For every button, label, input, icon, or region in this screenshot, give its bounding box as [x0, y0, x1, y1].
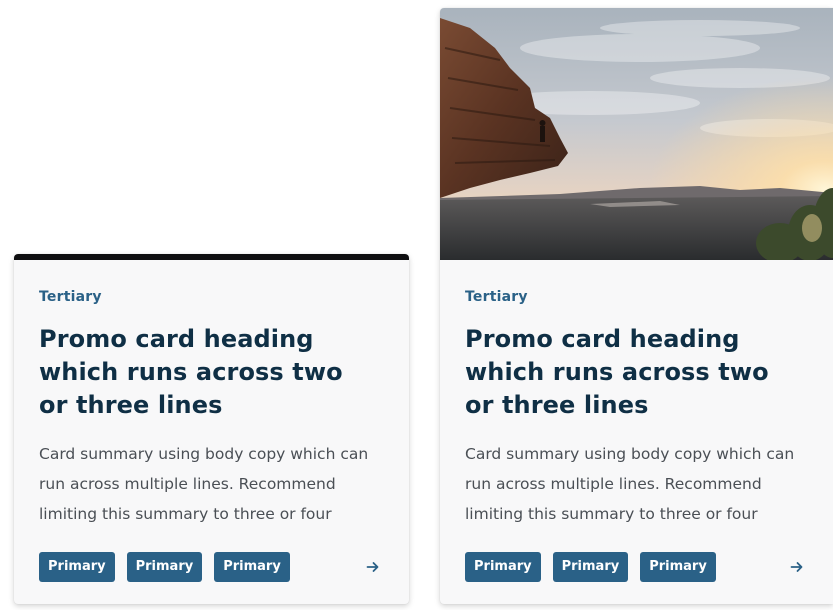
card-tertiary-label: Tertiary [465, 289, 528, 305]
card-body: Tertiary Promo card heading which runs a… [14, 260, 409, 529]
arrow-right-icon[interactable] [790, 560, 804, 574]
card-footer: Primary Primary Primary [39, 552, 384, 582]
card-summary: Card summary using body copy which can r… [39, 445, 369, 523]
primary-tag[interactable]: Primary [126, 552, 203, 582]
primary-tag[interactable]: Primary [465, 552, 541, 582]
card-heading[interactable]: Promo card heading which runs across two… [39, 323, 379, 422]
primary-tag[interactable]: Primary [39, 552, 115, 582]
primary-tag[interactable]: Primary [640, 552, 716, 582]
card-summary: Card summary using body copy which can r… [465, 445, 795, 523]
primary-tag[interactable]: Primary [552, 552, 629, 582]
promo-card-plain[interactable]: Tertiary Promo card heading which runs a… [14, 254, 409, 604]
promo-cards-stage: Tertiary Promo card heading which runs a… [0, 0, 833, 610]
arrow-right-icon[interactable] [366, 560, 380, 574]
card-footer: Primary Primary Primary [465, 552, 808, 582]
primary-tag[interactable]: Primary [214, 552, 290, 582]
card-tertiary-label: Tertiary [39, 289, 102, 305]
card-body: Tertiary Promo card heading which runs a… [440, 260, 833, 529]
card-heading[interactable]: Promo card heading which runs across two… [465, 323, 805, 422]
promo-card-image[interactable]: Tertiary Promo card heading which runs a… [440, 8, 833, 604]
card-image [440, 8, 833, 260]
